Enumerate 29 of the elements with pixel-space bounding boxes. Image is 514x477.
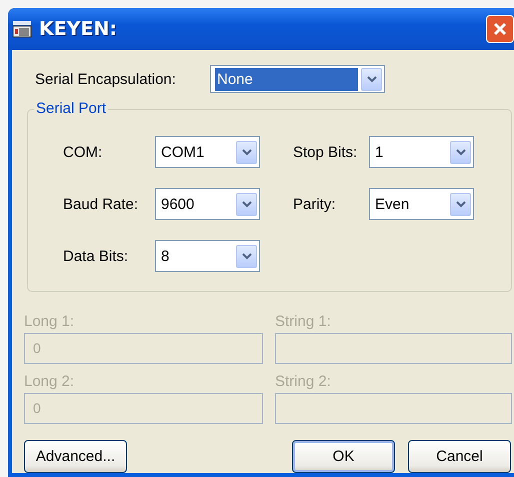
close-icon [492, 21, 508, 37]
chevron-down-icon [456, 200, 466, 208]
window-title: KEYEN: [39, 18, 117, 40]
field-label: Baud Rate: [63, 196, 140, 212]
field-label: String 2: [275, 373, 332, 392]
dialog-button[interactable]: Advanced... [24, 440, 127, 473]
chevron-down-icon [456, 148, 466, 156]
field-label: Parity: [293, 196, 337, 212]
field-label: COM: [63, 144, 104, 160]
field-label: Serial Encapsulation: [35, 70, 177, 88]
dropdown[interactable]: 1 [369, 136, 474, 168]
close-button[interactable] [486, 15, 514, 43]
dropdown[interactable]: Even [369, 188, 474, 220]
field-label: Long 1: [24, 313, 76, 332]
dropdown[interactable]: COM1 [155, 136, 260, 168]
field-label: Data Bits: [63, 248, 130, 264]
chevron-down-icon [242, 252, 252, 260]
dialog-button[interactable]: OK [292, 440, 395, 473]
dropdown[interactable]: 9600 [155, 188, 260, 220]
chevron-down-icon [242, 148, 252, 156]
dropdown[interactable]: 8 [155, 240, 260, 272]
dialog-button[interactable]: Cancel [408, 440, 511, 473]
chevron-down-icon [242, 200, 252, 208]
encapsulation-dropdown[interactable]: None [210, 65, 385, 93]
field-label: Stop Bits: [293, 144, 358, 160]
chevron-down-icon [366, 76, 376, 82]
field-label: Long 2: [24, 373, 76, 392]
keyboard-icon [12, 20, 32, 38]
field-label: String 1: [275, 313, 332, 332]
